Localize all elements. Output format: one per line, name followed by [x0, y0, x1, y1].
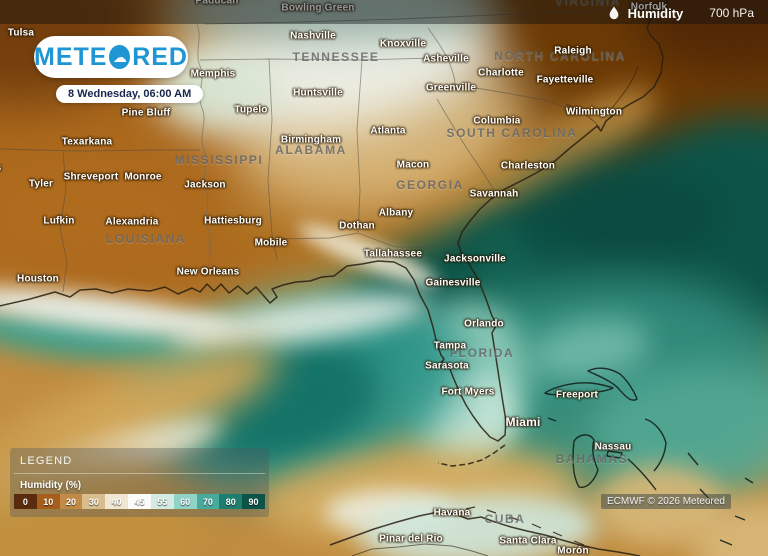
city-label-hattiesburg: Hattiesburg	[204, 216, 262, 227]
legend-stop-value: 10	[43, 497, 53, 507]
city-label-wilmington: Wilmington	[566, 107, 622, 118]
legend-colorbar: 0 10 20 30 40 45 55 60 70 80 90	[14, 494, 265, 509]
city-label-asheville: Asheville	[423, 54, 469, 65]
city-label-raleigh: Raleigh	[554, 46, 592, 57]
state-label-georgia: GEORGIA	[396, 178, 464, 192]
legend-stop-55: 55	[151, 494, 174, 509]
city-label-fort-myers: Fort Myers	[441, 387, 494, 398]
city-label-mobile: Mobile	[255, 238, 288, 249]
city-label-jacksonville: Jacksonville	[444, 254, 506, 265]
legend-stop-60: 60	[174, 494, 197, 509]
humidity-drop-icon	[608, 6, 620, 20]
legend-stop-20: 20	[60, 494, 83, 509]
city-label-savannah: Savannah	[470, 189, 519, 200]
legend-stop-value: 40	[112, 497, 122, 507]
city-label-alexandria: Alexandria	[105, 217, 158, 228]
legend-stop-value: 30	[89, 497, 99, 507]
datetime-badge[interactable]: 8 Wednesday, 06:00 AM	[56, 85, 203, 103]
city-label-fayetteville: Fayetteville	[537, 75, 594, 86]
city-label-tampa: Tampa	[434, 341, 467, 352]
state-label-south-carolina: SOUTH CAROLINA	[446, 126, 577, 140]
state-label-tennessee: TENNESSEE	[292, 50, 379, 64]
city-label-gainesville: Gainesville	[425, 278, 480, 289]
state-label-bahamas: BAHAMAS	[556, 452, 629, 466]
city-label-charleston: Charleston	[501, 161, 555, 172]
meteored-logo[interactable]: METE ☁ RED	[34, 36, 188, 78]
legend-stop-90: 90	[242, 494, 265, 509]
map-variable-header: Humidity 700 hPa	[608, 4, 754, 22]
city-label-lufkin: Lufkin	[43, 216, 74, 227]
pressure-level-label: 700 hPa	[709, 6, 754, 20]
legend-stop-80: 80	[219, 494, 242, 509]
city-label-orlando: Orlando	[464, 319, 504, 330]
legend-stop-10: 10	[37, 494, 60, 509]
legend-scale-label: Humidity (%)	[10, 474, 269, 494]
city-label-birmingham: Birmingham	[281, 135, 341, 146]
city-label-dallas: Dallas	[0, 163, 1, 174]
state-label-louisiana: LOUISIANA	[106, 232, 186, 246]
city-label-knoxville: Knoxville	[380, 39, 426, 50]
city-label-monroe: Monroe	[124, 172, 161, 183]
city-label-greenville: Greenville	[426, 83, 476, 94]
city-label-huntsville: Huntsville	[293, 88, 343, 99]
city-label-atlanta: Atlanta	[370, 126, 405, 137]
legend-panel: LEGEND Humidity (%) 0 10 20 30 40 45 55 60 70 80 9…	[10, 448, 269, 517]
legend-stop-70: 70	[197, 494, 220, 509]
legend-stop-value: 55	[157, 497, 167, 507]
legend-stop-value: 60	[180, 497, 190, 507]
city-label-shreveport: Shreveport	[64, 172, 119, 183]
attribution-label: ECMWF © 2026 Meteored	[601, 494, 731, 509]
variable-label: Humidity	[628, 6, 684, 21]
city-label-santa-clara: Santa Clara	[499, 536, 556, 547]
state-label-mississippi: MISSISSIPPI	[175, 153, 264, 167]
city-label-pinar-del-rio: Pinar del Rio	[379, 534, 443, 545]
city-label-jackson: Jackson	[184, 180, 225, 191]
city-label-columbia: Columbia	[473, 116, 520, 127]
city-label-houston: Houston	[17, 274, 59, 285]
city-label-freeport: Freeport	[556, 390, 598, 401]
city-label-tulsa: Tulsa	[8, 28, 34, 39]
legend-stop-value: 45	[134, 497, 144, 507]
city-label-macon: Macon	[397, 160, 430, 171]
city-label-nassau: Nassau	[595, 442, 632, 453]
legend-stop-value: 80	[226, 497, 236, 507]
city-label-pine-bluff: Pine Bluff	[122, 108, 171, 119]
legend-title: LEGEND	[10, 448, 269, 473]
city-label-charlotte: Charlotte	[478, 68, 524, 79]
logo-text-left: METE	[34, 43, 107, 72]
city-label-tupelo: Tupelo	[234, 105, 267, 116]
city-label-memphis: Memphis	[191, 69, 236, 80]
legend-stop-30: 30	[82, 494, 105, 509]
city-label-havana: Havana	[434, 508, 471, 519]
cloud-icon: ☁	[109, 45, 130, 69]
weather-map-screen: VIRGINIATENNESSEENORTH CAROLINASOUTH CAR…	[0, 0, 768, 556]
state-label-cuba: CUBA	[484, 512, 525, 526]
city-label-texarkana: Texarkana	[62, 137, 113, 148]
city-label-sarasota: Sarasota	[425, 361, 469, 372]
legend-stop-value: 90	[249, 497, 259, 507]
legend-stop-45: 45	[128, 494, 151, 509]
legend-stop-value: 70	[203, 497, 213, 507]
city-label-new-orleans: New Orleans	[177, 267, 240, 278]
city-label-nashville: Nashville	[290, 31, 336, 42]
city-label-mor-n: Morón	[557, 546, 589, 556]
city-label-albany: Albany	[379, 208, 414, 219]
city-label-tallahassee: Tallahassee	[364, 249, 422, 260]
city-label-tyler: Tyler	[29, 179, 53, 190]
legend-stop-value: 0	[23, 497, 28, 507]
logo-text-right: RED	[132, 43, 188, 72]
legend-stop-0: 0	[14, 494, 37, 509]
city-label-dothan: Dothan	[339, 221, 375, 232]
legend-stop-value: 20	[66, 497, 76, 507]
city-label-miami: Miami	[505, 415, 540, 429]
legend-stop-40: 40	[105, 494, 128, 509]
